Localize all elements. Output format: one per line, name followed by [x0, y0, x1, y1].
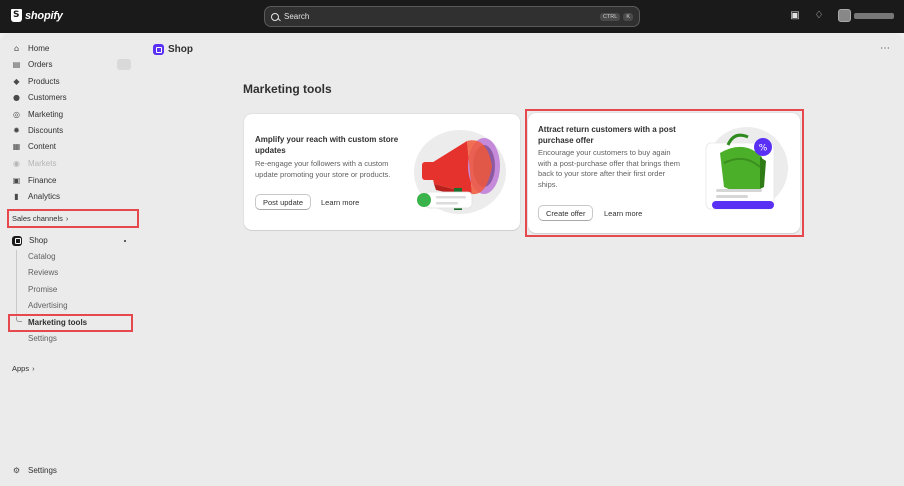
target-icon: ◎ [13, 110, 20, 119]
brand-wordmark: shopify [25, 9, 63, 22]
bank-icon: ▣ [12, 176, 21, 185]
search-placeholder: Search [284, 12, 310, 21]
sidebar-item-label: Customers [28, 93, 67, 102]
subnav-item-catalog[interactable]: Catalog [28, 251, 56, 263]
sidebar-item-label: Finance [28, 176, 57, 185]
apps-header[interactable]: Apps › [12, 364, 35, 373]
card-title: Amplify your reach with custom store upd… [255, 135, 399, 155]
subnav-item-settings[interactable]: Settings [28, 333, 57, 345]
shortcut-key-ctrl: CTRL [599, 12, 621, 21]
sidebar-item-label: Home [28, 44, 50, 53]
card-description: Re-engage your followers with a custom u… [255, 159, 391, 179]
page-header: Shop [153, 44, 193, 55]
more-options-icon[interactable]: ⋯ [880, 43, 891, 54]
sidebar-item-label: Settings [28, 466, 57, 475]
top-bar: shopify Search CTRL K ▣ ♢ [0, 0, 904, 33]
shop-icon [12, 235, 22, 246]
megaphone-icon [417, 138, 500, 210]
sidebar-item-markets[interactable]: ◉ Markets [12, 157, 56, 170]
sidebar-item-settings[interactable]: ⚙ Settings [12, 464, 57, 477]
subnav-item-advertising[interactable]: Advertising [28, 300, 68, 312]
shopify-logo[interactable]: shopify [11, 9, 63, 22]
bell-icon[interactable]: ♢ [814, 10, 824, 21]
sidebar-item-analytics[interactable]: ▮ Analytics [12, 190, 60, 203]
sidebar-item-customers[interactable]: ● Customers [12, 91, 67, 104]
person-icon: ● [13, 93, 20, 102]
store-update-card: Amplify your reach with custom store upd… [244, 114, 520, 230]
shop-logo-icon [153, 44, 164, 55]
globe-icon: ◉ [13, 159, 20, 168]
orders-count-badge [117, 59, 131, 70]
active-dot [124, 240, 126, 242]
sidebar-item-label: Shop [29, 236, 48, 245]
sidebar-item-marketing[interactable]: ◎ Marketing [12, 108, 63, 121]
sidebar-item-label: Marketing [28, 110, 64, 119]
sidebar-item-label: Analytics [28, 192, 61, 201]
sidebar-item-label: Orders [28, 60, 53, 69]
highlight-post-purchase-card [525, 109, 804, 237]
store-name-redacted [854, 12, 894, 19]
apps-label: Apps [12, 364, 30, 373]
sidebar-item-label: Discounts [28, 126, 64, 135]
sidebar-item-label: Products [28, 77, 60, 86]
search-input[interactable]: Search CTRL K [264, 6, 640, 27]
gear-icon: ⚙ [12, 466, 21, 475]
home-icon: ⌂ [13, 44, 20, 53]
section-title: Marketing tools [243, 82, 332, 96]
discount-icon: ✹ [13, 126, 20, 135]
search-icon [271, 12, 279, 21]
chevron-right-icon: › [32, 364, 35, 373]
sidebar-item-products[interactable]: ◆ Products [12, 75, 60, 88]
highlight-marketing-tools [8, 314, 133, 332]
sidebar-item-label: Markets [28, 159, 57, 168]
sidebar-item-orders[interactable]: ▤ Orders [12, 58, 53, 71]
tag-icon: ◆ [13, 77, 20, 86]
content-icon: ▦ [12, 142, 21, 151]
store-icon[interactable]: ▣ [790, 10, 800, 21]
highlight-sales-channels [7, 209, 139, 228]
page-title: Shop [168, 44, 193, 55]
shopify-bag-icon [11, 9, 22, 22]
account-menu[interactable] [838, 9, 894, 22]
top-right-controls: ▣ ♢ [790, 9, 894, 22]
shortcut-key-k: K [623, 12, 633, 21]
post-update-button[interactable]: Post update [255, 194, 312, 210]
sidebar-item-content[interactable]: ▦ Content [12, 140, 56, 153]
sidebar-item-finance[interactable]: ▣ Finance [12, 174, 57, 187]
subnav-item-promise[interactable]: Promise [28, 284, 57, 296]
bar-chart-icon: ▮ [14, 192, 19, 201]
avatar [838, 9, 851, 22]
subnav-line [16, 250, 17, 320]
sidebar-item-shop[interactable]: Shop [12, 234, 48, 247]
sidebar-item-label: Content [28, 142, 57, 151]
sidebar-item-home[interactable]: ⌂ Home [12, 42, 49, 55]
learn-more-link[interactable]: Learn more [321, 198, 359, 207]
orders-icon: ▤ [12, 60, 21, 69]
subnav-item-reviews[interactable]: Reviews [28, 267, 58, 279]
sidebar-item-discounts[interactable]: ✹ Discounts [12, 124, 63, 137]
